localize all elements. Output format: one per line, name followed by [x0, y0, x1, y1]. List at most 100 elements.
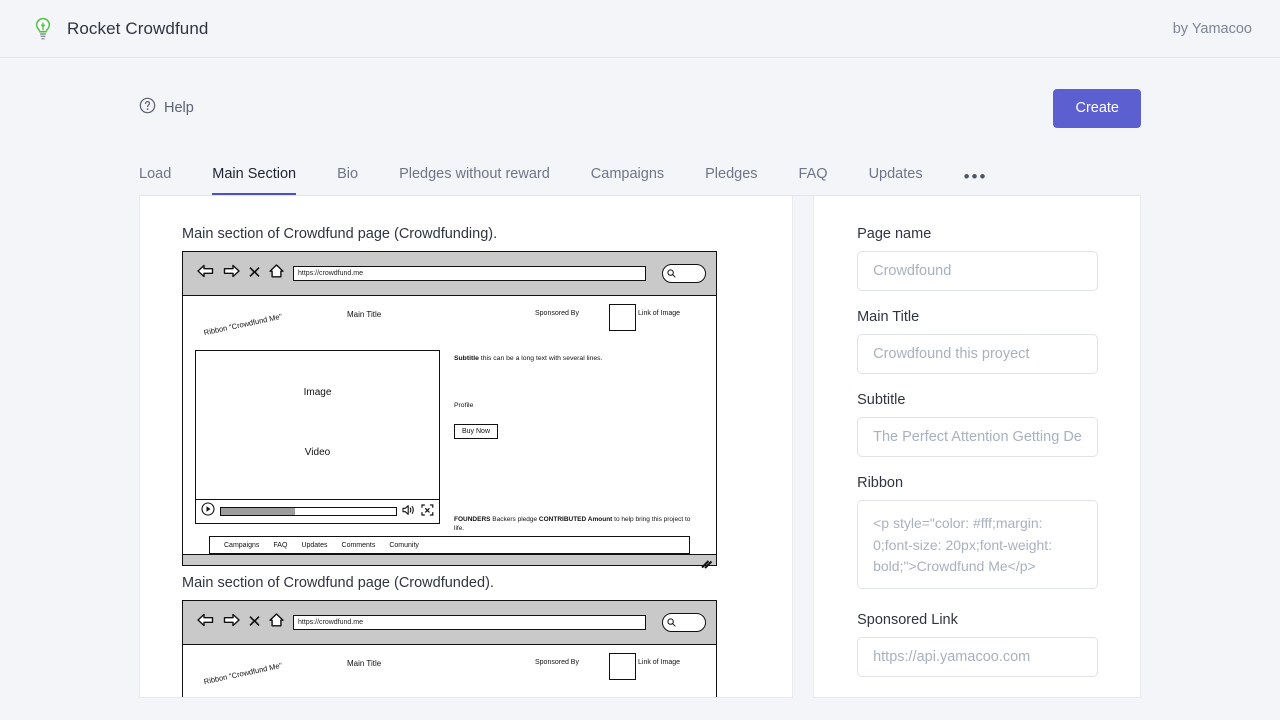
content-area: Main section of Crowdfund page (Crowdfun…: [139, 196, 1141, 698]
arrow-right-icon[interactable]: [223, 264, 240, 283]
sponsored-link-input[interactable]: [857, 637, 1098, 677]
wireframe-footer-comments[interactable]: Comments: [342, 542, 376, 549]
main-title-input[interactable]: [857, 334, 1098, 374]
wireframe2-ribbon-label: Ribbon "Crowdfund Me": [203, 661, 283, 686]
app-header: Rocket Crowdfund by Yamacoo: [0, 0, 1280, 58]
close-x-icon[interactable]: [249, 265, 260, 283]
wireframe-buy-now-button[interactable]: Buy Now: [454, 424, 498, 439]
lightbulb-icon: [32, 17, 54, 41]
wireframe-crowdfunding: https://crowdfund.me Ribbon "Crowdfund M…: [182, 251, 717, 566]
tab-overflow-menu[interactable]: •••: [964, 172, 988, 195]
wireframe-page-body: Ribbon "Crowdfund Me" Main Title Sponsor…: [183, 296, 716, 554]
wireframe2-url-bar[interactable]: https://crowdfund.me: [293, 615, 646, 630]
arrow-left-icon[interactable]: [197, 613, 214, 632]
wireframe-search-box[interactable]: [662, 264, 706, 283]
brand-block[interactable]: Rocket Crowdfund: [32, 17, 208, 41]
wireframe-url-bar[interactable]: https://crowdfund.me: [293, 266, 646, 281]
field-ribbon-label: Ribbon: [857, 475, 1098, 491]
field-sponsored-link: Sponsored Link: [857, 612, 1098, 677]
wireframe2-page-body: Ribbon "Crowdfund Me" Main Title Sponsor…: [183, 645, 716, 698]
field-main-title: Main Title: [857, 309, 1098, 374]
wireframe2-browser-chrome: https://crowdfund.me: [183, 601, 716, 645]
question-circle-icon: [139, 97, 156, 119]
wireframe-header-row: Ribbon "Crowdfund Me" Main Title Sponsor…: [195, 306, 704, 340]
wireframe-footer-nav: Campaigns FAQ Updates Comments Comunity: [209, 536, 690, 554]
field-sponsored-link-label: Sponsored Link: [857, 612, 1098, 628]
tab-updates[interactable]: Updates: [869, 166, 923, 195]
tab-campaigns[interactable]: Campaigns: [591, 166, 664, 195]
wireframe-columns: Image Video: [195, 350, 704, 524]
wireframe-video-label: Video: [196, 447, 439, 458]
wireframe2-sponsor-logo-box: [609, 653, 636, 680]
arrow-right-icon[interactable]: [223, 613, 240, 632]
field-ribbon: Ribbon: [857, 475, 1098, 594]
wireframe2-header-row: Ribbon "Crowdfund Me" Main Title Sponsor…: [195, 655, 704, 689]
field-page-name-label: Page name: [857, 226, 1098, 242]
wireframe-subtitle-bold: Subtitle: [454, 355, 479, 362]
wireframe-profile-label: Profile: [454, 402, 704, 409]
tab-load[interactable]: Load: [139, 166, 171, 195]
wireframe-footer-updates[interactable]: Updates: [301, 542, 327, 549]
field-subtitle: Subtitle: [857, 392, 1098, 457]
wireframe-founders-mid: Backers pledge: [490, 516, 538, 523]
subtitle-input[interactable]: [857, 417, 1098, 457]
preview-panel: Main section of Crowdfund page (Crowdfun…: [139, 196, 793, 698]
arrow-left-icon[interactable]: [197, 264, 214, 283]
tab-faq[interactable]: FAQ: [799, 166, 828, 195]
home-icon[interactable]: [269, 613, 284, 632]
tab-pledges-without-reward[interactable]: Pledges without reward: [399, 166, 550, 195]
create-button[interactable]: Create: [1053, 89, 1141, 128]
resize-grip-icon[interactable]: [701, 556, 713, 574]
wireframe-image-label: Image: [196, 387, 439, 398]
home-icon[interactable]: [269, 264, 284, 283]
wireframe-main-title: Main Title: [347, 310, 381, 319]
byline: by Yamacoo: [1173, 21, 1252, 37]
tab-bar: Load Main Section Bio Pledges without re…: [139, 150, 1141, 196]
tab-main-section[interactable]: Main Section: [212, 166, 296, 195]
wireframe-subtitle-text: Subtitle this can be a long text with se…: [454, 354, 704, 364]
magnifier-icon: [667, 265, 676, 283]
wireframe-status-bar: [183, 554, 716, 565]
wireframe-sponsored-by: Sponsored By: [535, 310, 579, 317]
wireframe-footer-faq[interactable]: FAQ: [273, 542, 287, 549]
help-label: Help: [164, 100, 194, 116]
wireframe-footer-campaigns[interactable]: Campaigns: [224, 542, 259, 549]
close-x-icon[interactable]: [249, 614, 260, 632]
settings-form-panel: Page name Main Title Subtitle Ribbon Spo…: [813, 196, 1141, 698]
help-button[interactable]: Help: [139, 97, 194, 119]
wireframe-media-player: Image Video: [195, 350, 440, 524]
page-body: Help Create Load Main Section Bio Pledge…: [0, 58, 1280, 698]
wireframe2-main-title: Main Title: [347, 659, 381, 668]
wireframe-sponsor-logo-box: [609, 304, 636, 331]
wireframe-ribbon-label: Ribbon "Crowdfund Me": [203, 312, 283, 337]
app-title: Rocket Crowdfund: [67, 19, 208, 39]
wireframe2-link-of-image: Link of Image: [638, 659, 680, 666]
tab-bio[interactable]: Bio: [337, 166, 358, 195]
wireframe-crowdfunded: https://crowdfund.me Ribbon "Crowdfund M…: [182, 600, 717, 698]
wireframe-footer-comunity[interactable]: Comunity: [389, 542, 419, 549]
wireframe-player-controls: [196, 499, 439, 523]
play-circle-icon[interactable]: [201, 502, 215, 521]
wireframe-subtitle-rest: this can be a long text with several lin…: [479, 355, 603, 362]
wireframe-founders-bold-1: FOUNDERS: [454, 516, 490, 523]
volume-icon[interactable]: [402, 503, 416, 521]
wireframe-progress-bar[interactable]: [220, 507, 397, 516]
wireframe-detail-column: Subtitle this can be a long text with se…: [440, 350, 704, 524]
wireframe2-search-box[interactable]: [662, 613, 706, 632]
field-subtitle-label: Subtitle: [857, 392, 1098, 408]
wireframe2-sponsored-by: Sponsored By: [535, 659, 579, 666]
wireframe-founders-bold-2: CONTRIBUTED Amount: [539, 516, 612, 523]
preview-caption-2: Main section of Crowdfund page (Crowdfun…: [182, 575, 792, 591]
page-toolbar: Help Create: [0, 58, 1280, 130]
ribbon-textarea[interactable]: [857, 500, 1098, 589]
wireframe-link-of-image: Link of Image: [638, 310, 680, 317]
fullscreen-icon[interactable]: [421, 503, 434, 521]
tab-pledges[interactable]: Pledges: [705, 166, 757, 195]
page-name-input[interactable]: [857, 251, 1098, 291]
wireframe-media-stage: Image Video: [196, 351, 439, 499]
magnifier-icon: [667, 614, 676, 632]
wireframe-founders-text: FOUNDERS Backers pledge CONTRIBUTED Amou…: [454, 515, 700, 534]
field-main-title-label: Main Title: [857, 309, 1098, 325]
wireframe-browser-chrome: https://crowdfund.me: [183, 252, 716, 296]
field-page-name: Page name: [857, 226, 1098, 291]
